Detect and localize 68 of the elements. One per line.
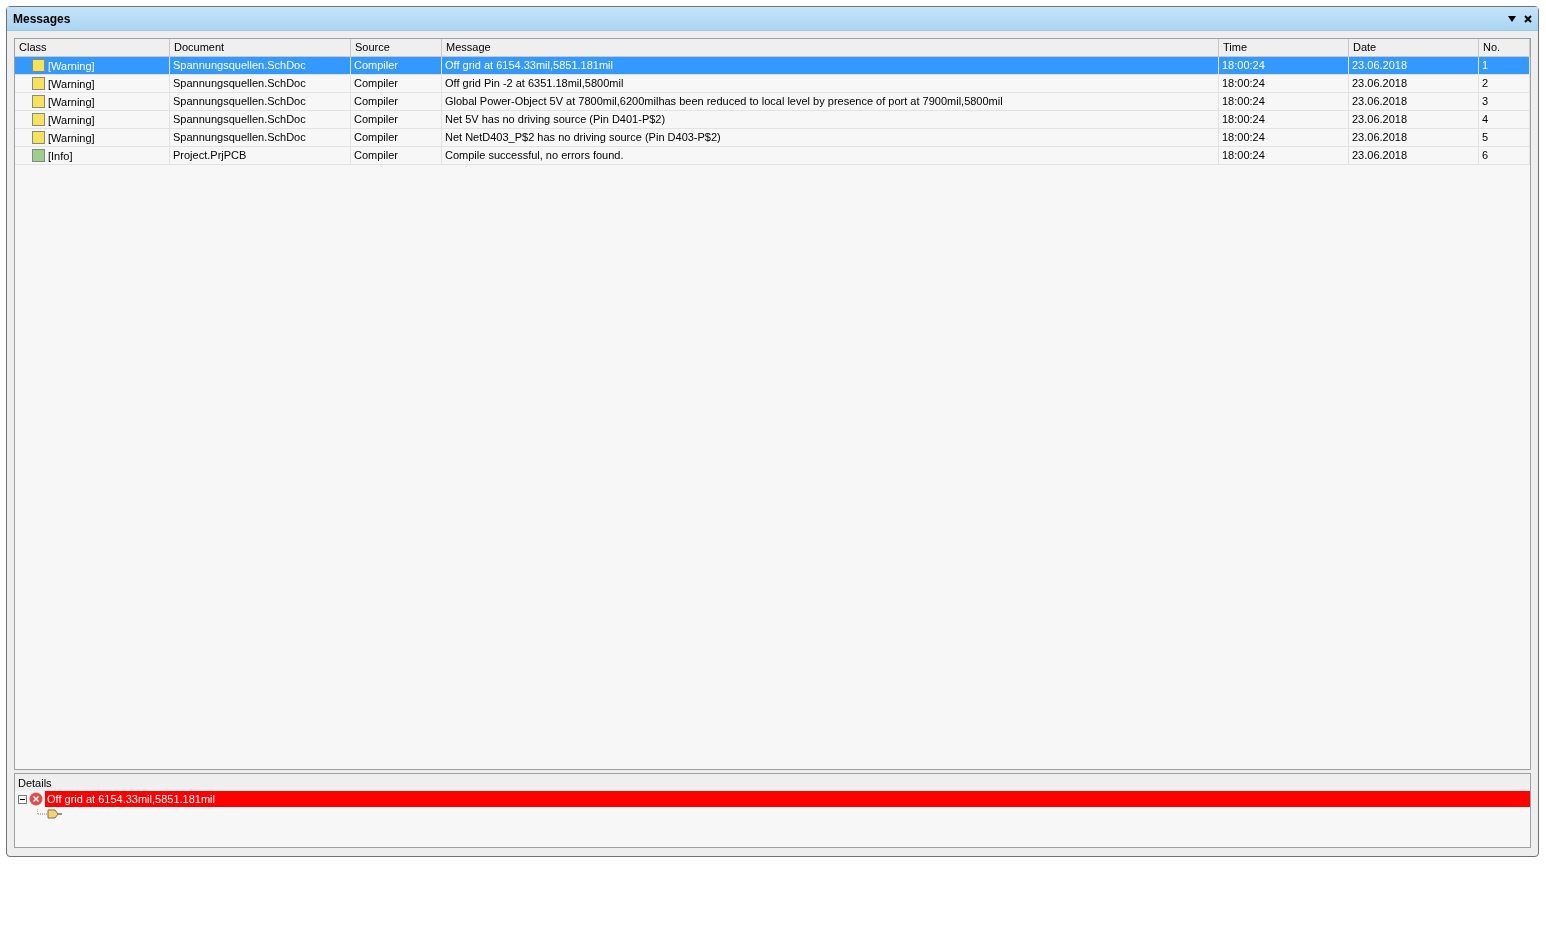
warning-icon (32, 95, 45, 108)
table-cell: Compiler (351, 129, 442, 146)
table-cell: [Warning] (48, 131, 95, 144)
info-icon (32, 149, 45, 162)
table-cell: Compiler (351, 111, 442, 128)
column-header[interactable]: No. (1479, 39, 1530, 56)
close-icon[interactable] (1524, 14, 1532, 23)
table-cell: 18:00:24 (1219, 57, 1349, 74)
table-cell: 18:00:24 (1219, 129, 1349, 146)
table-cell: 2 (1479, 75, 1530, 92)
table-cell: Spannungsquellen.SchDoc (170, 75, 351, 92)
column-header[interactable]: Document (170, 39, 351, 56)
table-cell: Spannungsquellen.SchDoc (170, 57, 351, 74)
table-cell: [Warning] (48, 95, 95, 108)
message-row[interactable]: [Info] Project.PrjPCB Compiler Compile successful, no errors found. 18:00:24 23.06.2018 6 (15, 147, 1530, 165)
table-cell: Compiler (351, 93, 442, 110)
table-cell: Net 5V has no driving source (Pin D401-P$2) (442, 111, 1219, 128)
warning-icon (32, 59, 45, 72)
table-cell: 23.06.2018 (1349, 129, 1479, 146)
column-header[interactable]: Source (351, 39, 442, 56)
table-cell: 23.06.2018 (1349, 75, 1479, 92)
dropdown-icon[interactable] (1508, 15, 1516, 22)
column-header[interactable]: Date (1349, 39, 1479, 56)
column-header[interactable]: Message (442, 39, 1219, 56)
table-cell: Compiler (351, 57, 442, 74)
table-cell: 18:00:24 (1219, 111, 1349, 128)
table-cell: [Warning] (48, 113, 95, 126)
table-cell: Off grid Pin -2 at 6351.18mil,5800mil (442, 75, 1219, 92)
table-cell: 18:00:24 (1219, 147, 1349, 164)
column-header[interactable]: Time (1219, 39, 1349, 56)
table-cell: 18:00:24 (1219, 93, 1349, 110)
warning-icon (32, 77, 45, 90)
table-cell: Off grid at 6154.33mil,5851.181mil (442, 57, 1219, 74)
detail-message[interactable]: Off grid at 6154.33mil,5851.181mil (45, 791, 1530, 807)
table-cell: 23.06.2018 (1349, 111, 1479, 128)
table-cell: 5 (1479, 129, 1530, 146)
column-header[interactable]: Class (15, 39, 170, 56)
table-cell: [Info] (48, 149, 73, 162)
table-cell: Compiler (351, 147, 442, 164)
message-row[interactable]: [Warning] Spannungsquellen.SchDoc Compiler Off grid Pin -2 at 6351.18mil,5800mil 18:00:24 23.06.2018 2 (15, 75, 1530, 93)
table-cell: Compile successful, no errors found. (442, 147, 1219, 164)
message-row[interactable]: [Warning] Spannungsquellen.SchDoc Compiler Net NetD403_P$2 has no driving source (Pin D403-P$2) 18:00:24 23.06.2018 5 (15, 129, 1530, 147)
message-row[interactable]: [Warning] Spannungsquellen.SchDoc Compiler Net 5V has no driving source (Pin D401-P$2) 18:00:24 23.06.2018 4 (15, 111, 1530, 129)
pin-icon (37, 809, 63, 819)
table-cell: 1 (1479, 57, 1530, 74)
table-cell: Project.PrjPCB (170, 147, 351, 164)
error-icon (29, 792, 43, 806)
table-cell: 3 (1479, 93, 1530, 110)
table-cell: Compiler (351, 75, 442, 92)
table-cell: Spannungsquellen.SchDoc (170, 111, 351, 128)
table-cell: 18:00:24 (1219, 75, 1349, 92)
table-cell: 4 (1479, 111, 1530, 128)
table-cell: Global Power-Object 5V at 7800mil,6200milhas been reduced to local level by presence of port at 7900mil,5800mil (442, 93, 1219, 110)
table-cell: 6 (1479, 147, 1530, 164)
warning-icon (32, 113, 45, 126)
window-title: Messages (13, 11, 72, 26)
table-cell: Spannungsquellen.SchDoc (170, 129, 351, 146)
table-cell: [Warning] (48, 59, 95, 72)
message-row[interactable]: [Warning] Spannungsquellen.SchDoc Compiler Global Power-Object 5V at 7800mil,6200milhas been reduced to local level by presence of port at 7900mil,5800mil 18:00:24 23.06.2018 3 (15, 93, 1530, 111)
warning-icon (32, 131, 45, 144)
table-cell: 23.06.2018 (1349, 93, 1479, 110)
details-title: Details (15, 774, 1530, 791)
collapse-icon[interactable] (18, 794, 27, 804)
table-cell: Net NetD403_P$2 has no driving source (Pin D403-P$2) (442, 129, 1219, 146)
table-cell: [Warning] (48, 77, 95, 90)
table-cell: 23.06.2018 (1349, 147, 1479, 164)
table-cell: 23.06.2018 (1349, 57, 1479, 74)
table-cell: Spannungsquellen.SchDoc (170, 93, 351, 110)
